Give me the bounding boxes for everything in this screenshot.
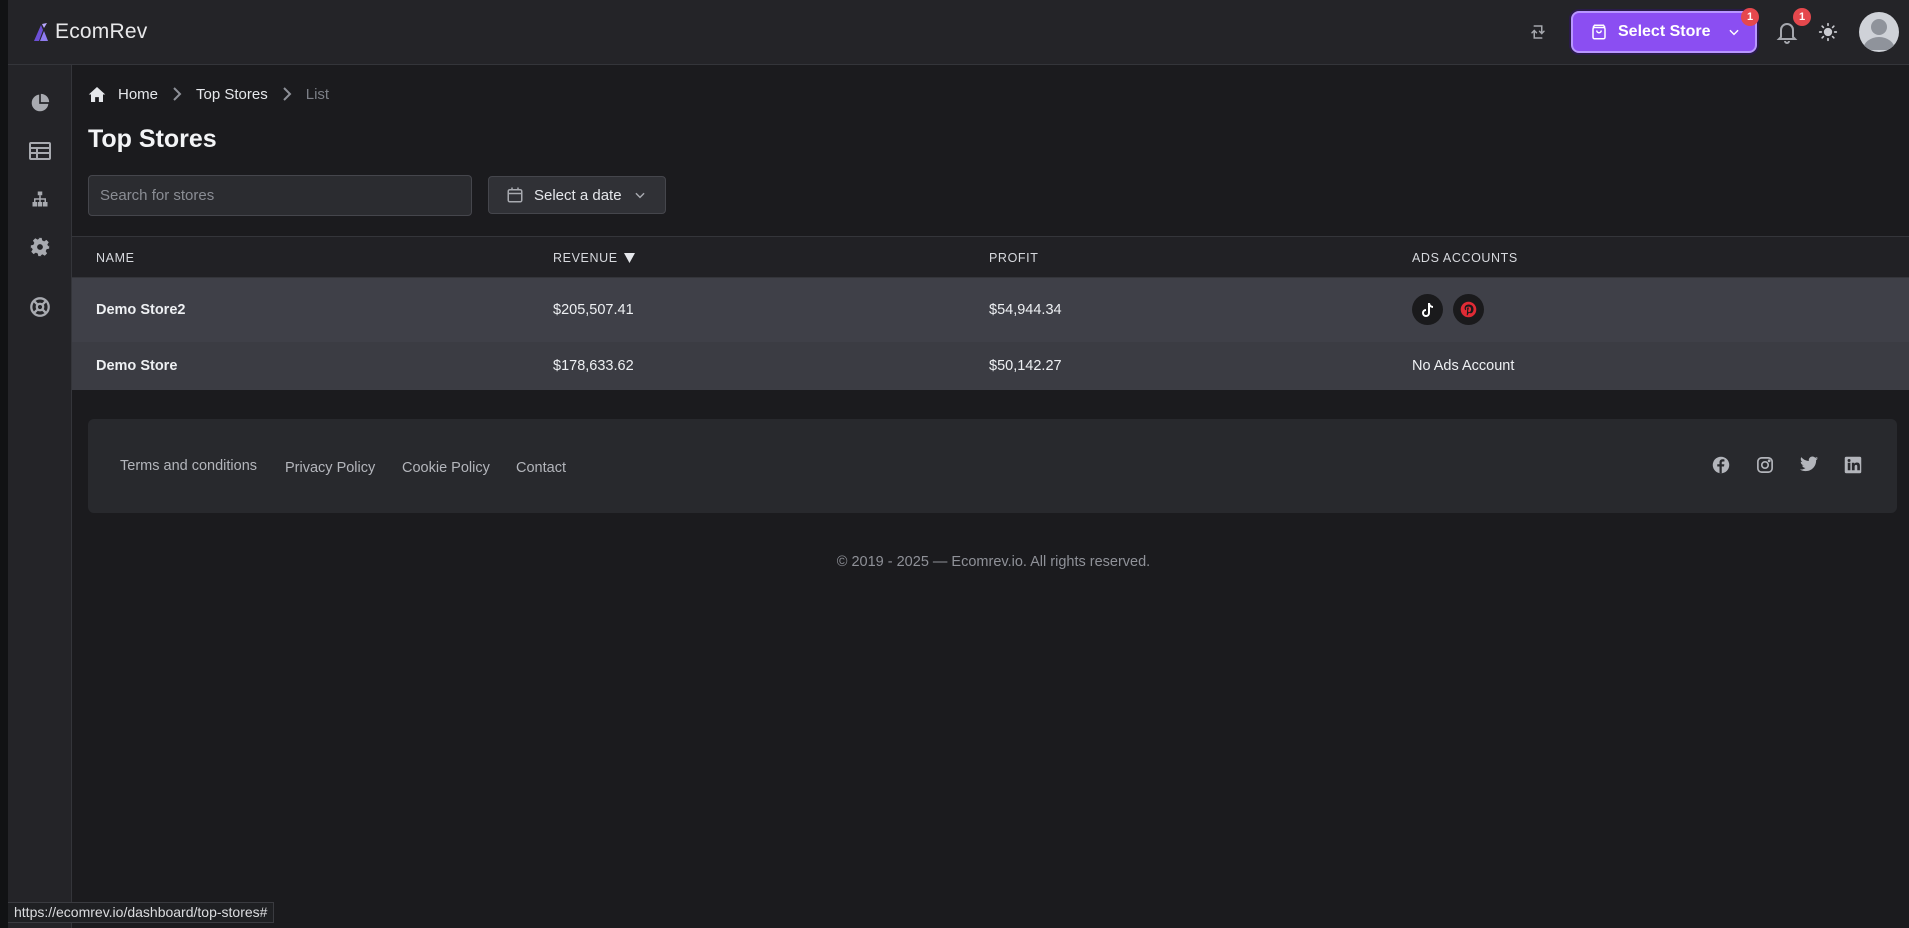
breadcrumb-current: List xyxy=(305,85,330,103)
home-icon[interactable] xyxy=(88,86,106,103)
footer-link-terms[interactable]: Terms and conditions xyxy=(120,458,257,474)
tiktok-icon[interactable] xyxy=(1412,294,1443,325)
footer-link-privacy[interactable]: Privacy Policy xyxy=(285,460,375,476)
instagram-icon[interactable] xyxy=(1756,456,1776,476)
chevron-down-icon xyxy=(635,192,645,199)
twitter-icon[interactable] xyxy=(1800,456,1820,476)
avatar[interactable] xyxy=(1859,12,1899,52)
status-url: https://ecomrev.io/dashboard/top-stores# xyxy=(8,902,275,923)
sidebar xyxy=(8,65,72,928)
calendar-icon xyxy=(507,187,523,203)
chevron-right-icon xyxy=(282,87,292,101)
table-row[interactable]: Demo Store $178,633.62 $50,142.27 No Ads… xyxy=(72,342,1909,390)
notifications-badge: 1 xyxy=(1793,8,1811,26)
breadcrumb-home[interactable]: Home xyxy=(118,86,158,103)
gear-icon[interactable] xyxy=(28,235,52,259)
breadcrumb-top-stores[interactable]: Top Stores xyxy=(196,86,268,103)
sort-desc-icon xyxy=(623,253,635,263)
pie-chart-icon[interactable] xyxy=(28,91,52,115)
breadcrumb: Home Top Stores List xyxy=(88,84,329,104)
ads-accounts xyxy=(1412,294,1484,325)
date-picker-label: Select a date xyxy=(534,186,622,204)
support-icon[interactable] xyxy=(28,295,52,319)
date-picker-button[interactable]: Select a date xyxy=(488,176,666,214)
sync-icon[interactable] xyxy=(1526,20,1550,44)
table-icon[interactable] xyxy=(28,139,52,163)
hierarchy-icon[interactable] xyxy=(28,187,52,211)
column-name[interactable]: NAME xyxy=(96,251,135,265)
pinterest-icon[interactable] xyxy=(1453,294,1484,325)
search-input[interactable] xyxy=(88,175,472,216)
facebook-icon[interactable] xyxy=(1712,456,1732,476)
top-bar: EcomRev Select Store 1 1 xyxy=(8,0,1909,65)
table-row[interactable]: Demo Store2 $205,507.41 $54,944.34 xyxy=(72,278,1909,342)
store-bag-icon xyxy=(1592,24,1606,40)
column-revenue[interactable]: REVENUE xyxy=(553,251,635,265)
page-title: Top Stores xyxy=(88,125,217,153)
column-profit[interactable]: PROFIT xyxy=(989,251,1038,265)
store-name: Demo Store2 xyxy=(96,302,186,318)
chevron-down-icon xyxy=(1729,29,1739,36)
logo-icon xyxy=(34,23,48,41)
select-store-button[interactable]: Select Store xyxy=(1571,11,1757,53)
no-ads-account: No Ads Account xyxy=(1412,358,1515,374)
stores-table: NAME REVENUE PROFIT ADS ACCOUNTS Demo St… xyxy=(72,236,1909,390)
store-profit: $50,142.27 xyxy=(989,358,1062,374)
logo[interactable]: EcomRev xyxy=(31,20,147,44)
footer-link-cookie[interactable]: Cookie Policy xyxy=(402,460,490,476)
store-profit: $54,944.34 xyxy=(989,302,1062,318)
select-store-label: Select Store xyxy=(1618,23,1711,40)
store-revenue: $205,507.41 xyxy=(553,302,634,318)
sun-icon[interactable] xyxy=(1818,22,1838,42)
copyright: © 2019 - 2025 — Ecomrev.io. All rights r… xyxy=(836,554,1151,570)
column-revenue-label: REVENUE xyxy=(553,251,618,265)
table-header: NAME REVENUE PROFIT ADS ACCOUNTS xyxy=(72,236,1909,278)
chevron-right-icon xyxy=(172,87,182,101)
column-ads-accounts[interactable]: ADS ACCOUNTS xyxy=(1412,251,1518,265)
footer-link-contact[interactable]: Contact xyxy=(516,460,566,476)
store-revenue: $178,633.62 xyxy=(553,358,634,374)
window-edge xyxy=(0,0,8,928)
app-name: EcomRev xyxy=(55,20,148,43)
store-name: Demo Store xyxy=(96,358,178,374)
linkedin-icon[interactable] xyxy=(1844,456,1864,476)
store-badge: 1 xyxy=(1741,8,1759,26)
footer: Terms and conditions Privacy Policy Cook… xyxy=(88,419,1897,513)
